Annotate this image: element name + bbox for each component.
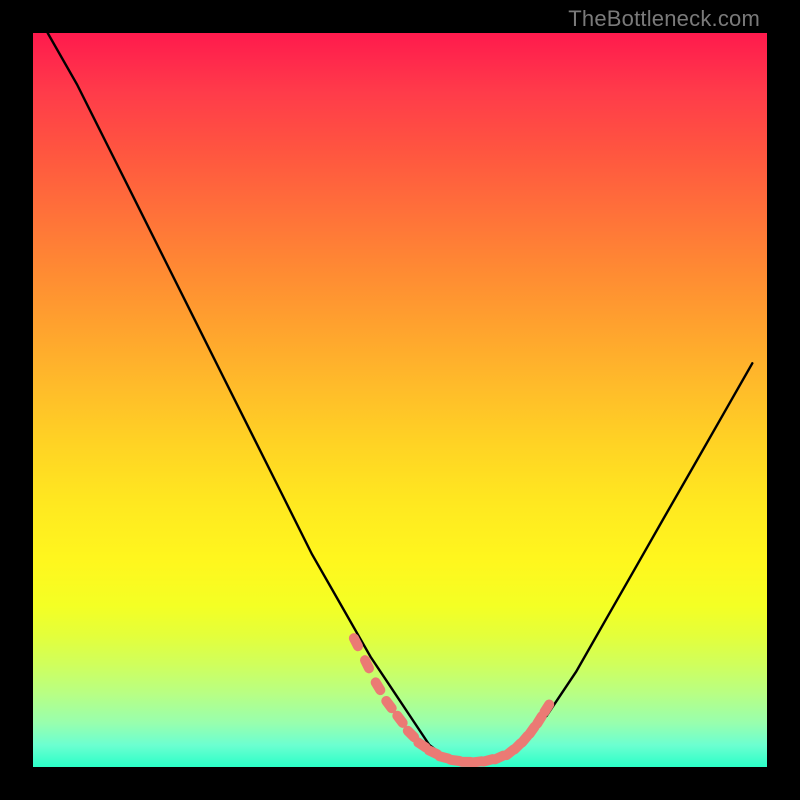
watermark-text: TheBottleneck.com bbox=[568, 6, 760, 32]
chart-frame: TheBottleneck.com bbox=[0, 0, 800, 800]
gradient-plot-area bbox=[33, 33, 767, 767]
